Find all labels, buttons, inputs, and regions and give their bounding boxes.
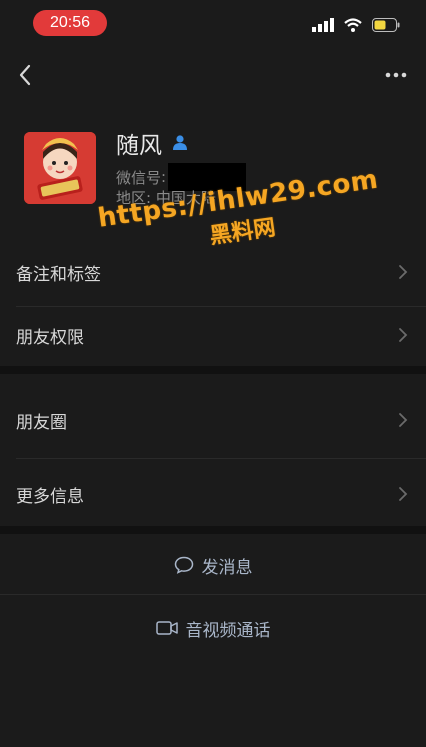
wechat-id-label: 微信号	[116, 168, 162, 187]
divider	[16, 458, 426, 459]
menu-item-label: 朋友圈	[16, 412, 67, 433]
wifi-icon	[344, 17, 362, 36]
chevron-right-icon	[399, 413, 408, 427]
menu-item-friend-permissions[interactable]: 朋友权限	[0, 301, 426, 369]
divider	[0, 594, 426, 595]
contact-name-row: 随风	[116, 126, 188, 160]
section-separator	[0, 526, 426, 534]
status-time: 20:56	[33, 10, 107, 36]
contact-name: 随风	[116, 133, 162, 159]
nav-bar	[0, 50, 426, 100]
send-message-button[interactable]: 发消息	[0, 537, 426, 593]
menu-item-moments[interactable]: 朋友圈	[0, 386, 426, 454]
back-button[interactable]	[10, 60, 40, 90]
menu-item-label: 更多信息	[16, 486, 84, 507]
gender-male-icon	[172, 130, 188, 156]
battery-icon	[372, 17, 400, 36]
region-label: 地区	[116, 189, 147, 207]
status-bar: 20:56	[0, 0, 426, 46]
cellular-signal-icon	[312, 17, 334, 36]
send-message-label: 发消息	[201, 557, 253, 578]
bottom-empty-area	[0, 660, 426, 747]
profile-header: 随风 微信号 : 地区: 中国大陆	[0, 120, 426, 230]
video-call-button[interactable]: 音视频通话	[0, 600, 426, 656]
status-icons	[312, 17, 400, 36]
menu-item-label: 备注和标签	[16, 264, 101, 285]
region: 地区: 中国大陆	[116, 189, 216, 207]
more-dots-icon	[385, 72, 407, 78]
chevron-left-icon	[19, 64, 31, 86]
section-separator	[0, 366, 426, 374]
region-value: 中国大陆	[155, 189, 216, 207]
video-camera-icon	[155, 621, 178, 635]
menu-item-remarks-tags[interactable]: 备注和标签	[0, 238, 426, 306]
avatar[interactable]	[24, 132, 96, 204]
chevron-right-icon	[399, 265, 408, 279]
menu-item-more-info[interactable]: 更多信息	[0, 460, 426, 528]
more-options-button[interactable]	[382, 62, 410, 88]
chat-bubble-icon	[174, 556, 193, 574]
video-call-label: 音视频通话	[185, 620, 271, 641]
avatar-image	[24, 132, 96, 204]
chevron-right-icon	[399, 328, 408, 342]
chevron-right-icon	[399, 487, 408, 501]
menu-item-label: 朋友权限	[16, 327, 84, 348]
